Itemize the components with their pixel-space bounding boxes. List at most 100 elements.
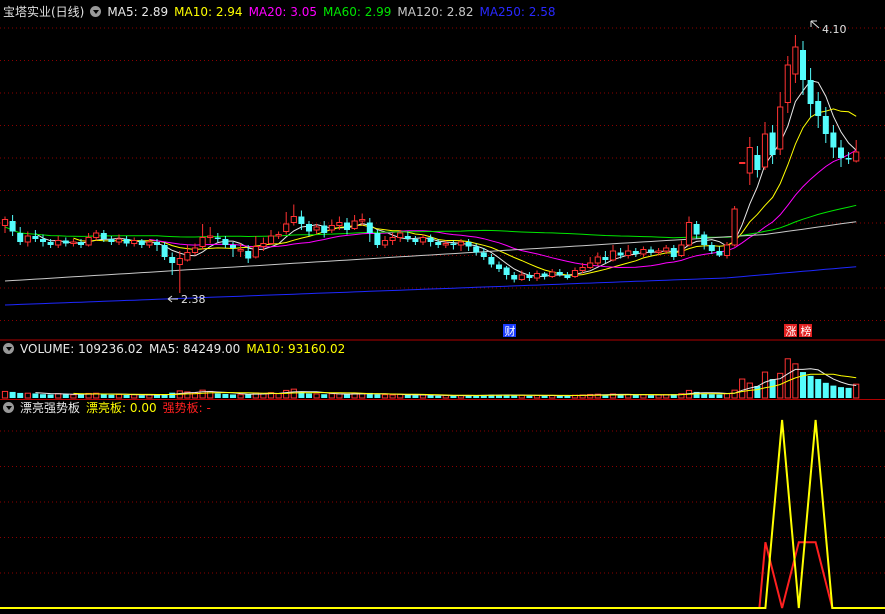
- volume-bar-101: [769, 379, 776, 398]
- volume-bar-22: [169, 392, 176, 398]
- volume-bar-10: [78, 394, 84, 398]
- stock-chart: 4.10 2.38 财 涨 榜: [0, 20, 885, 609]
- candle-body-43: [328, 225, 335, 231]
- candle-body-73: [556, 272, 563, 275]
- moving-average-lines: [4, 80, 857, 306]
- candle-body-20: [154, 242, 160, 245]
- candle-body-25: [191, 247, 199, 253]
- candle-body-80: [609, 250, 617, 261]
- indicator-legend-item-0: 漂亮强势板: [20, 401, 81, 415]
- candle-body-85: [648, 249, 654, 253]
- candle-body-37: [283, 223, 290, 232]
- volume-bar-83: [632, 394, 639, 398]
- candle-body-32: [245, 251, 252, 259]
- panel-collapse-icon[interactable]: [3, 343, 14, 354]
- volume-bar-0: [1, 390, 9, 399]
- volume-bar-57: [435, 395, 442, 398]
- volume-bar-6: [47, 394, 54, 398]
- volume-bar-36: [275, 393, 282, 399]
- volume-bar-106: [807, 375, 814, 398]
- candle-body-11: [85, 237, 92, 246]
- candle-body-35: [267, 235, 275, 244]
- volume-bar-71: [541, 395, 548, 398]
- volume-bar-41: [313, 393, 320, 399]
- volume-bar-28: [214, 393, 221, 398]
- candle-body-102: [777, 106, 784, 150]
- candle-body-49: [374, 233, 381, 245]
- candle-body-89: [678, 244, 685, 256]
- panel-collapse-icon[interactable]: [90, 6, 102, 17]
- volume-bar-1: [9, 391, 16, 398]
- volume-bar-32: [245, 394, 252, 398]
- main-legend-item-2: MA20: 3.05: [248, 5, 317, 19]
- volume-bar-29: [222, 393, 229, 398]
- candle-body-2: [17, 233, 24, 242]
- volume-bar-42: [321, 394, 328, 398]
- candle-body-0: [1, 219, 9, 226]
- volume-bar-45: [344, 394, 350, 398]
- volume-bar-69: [526, 395, 533, 398]
- volume-bar-52: [397, 393, 404, 399]
- volume-bar-108: [822, 382, 829, 398]
- candle-body-57: [435, 242, 442, 245]
- candle-body-24: [184, 252, 191, 261]
- low-price-arrow: [167, 295, 178, 303]
- candle-body-51: [389, 237, 396, 241]
- candle-body-64: [488, 257, 495, 265]
- candle-body-96: [731, 208, 738, 246]
- candle-body-8: [62, 240, 69, 244]
- badge-cai-text: 财: [505, 324, 516, 338]
- candle-body-91: [693, 224, 700, 235]
- volume-legend: VOLUME: 109236.02 MA5: 84249.00 MA10: 9316…: [20, 342, 351, 356]
- ma250-line: [4, 266, 857, 306]
- indicator-grid: [0, 430, 885, 574]
- volume-bar-44: [336, 393, 343, 399]
- candle-body-9: [70, 241, 77, 244]
- main-grid: [0, 27, 885, 321]
- candle-body-76: [579, 267, 586, 271]
- volume-bar-112: [853, 383, 860, 399]
- candle-body-72: [549, 271, 556, 277]
- candle-body-58: [442, 243, 449, 246]
- volume-bar-99: [754, 385, 761, 398]
- volume-bar-56: [427, 395, 434, 398]
- volume-bar-15: [115, 393, 123, 399]
- candle-body-68: [518, 274, 525, 280]
- candle-body-98: [746, 147, 753, 174]
- candle-body-95: [723, 244, 731, 256]
- candle-body-21: [161, 245, 168, 257]
- volume-bar-85: [648, 395, 654, 398]
- candle-body-110: [838, 147, 844, 158]
- volume-bar-49: [374, 394, 381, 398]
- candle-body-107: [815, 101, 822, 116]
- candle-body-67: [511, 275, 518, 280]
- candle-body-66: [503, 267, 510, 275]
- indicator-legend-item-1: 漂亮板: 0.00: [86, 401, 157, 415]
- candle-body-47: [359, 219, 366, 222]
- volume-legend-item-2: MA10: 93160.02: [246, 342, 346, 356]
- low-price-label: 2.38: [181, 293, 206, 306]
- candle-body-22: [169, 257, 176, 263]
- candle-body-45: [344, 222, 350, 230]
- candle-body-105: [800, 50, 806, 80]
- candle-body-23: [176, 258, 183, 265]
- candle-body-111: [845, 158, 852, 160]
- candle-body-74: [564, 275, 571, 278]
- candle-body-83: [632, 251, 639, 254]
- volume-bar-54: [412, 395, 419, 398]
- candle-body-56: [427, 237, 434, 242]
- candle-body-6: [47, 242, 54, 245]
- candle-body-78: [594, 256, 601, 264]
- candle-body-39: [298, 216, 305, 224]
- volume-bar-107: [815, 379, 822, 398]
- volume-bar-8: [62, 394, 69, 398]
- volume-bar-93: [708, 394, 715, 398]
- candlesticks: [1, 35, 860, 293]
- volume-legend-item-1: MA5: 84249.00: [149, 342, 241, 356]
- candle-body-16: [123, 239, 130, 244]
- volume-bar-86: [655, 394, 662, 399]
- candle-body-93: [708, 245, 715, 251]
- volume-bar-97: [739, 378, 746, 399]
- candle-body-18: [138, 240, 145, 245]
- panel-collapse-icon[interactable]: [3, 402, 14, 413]
